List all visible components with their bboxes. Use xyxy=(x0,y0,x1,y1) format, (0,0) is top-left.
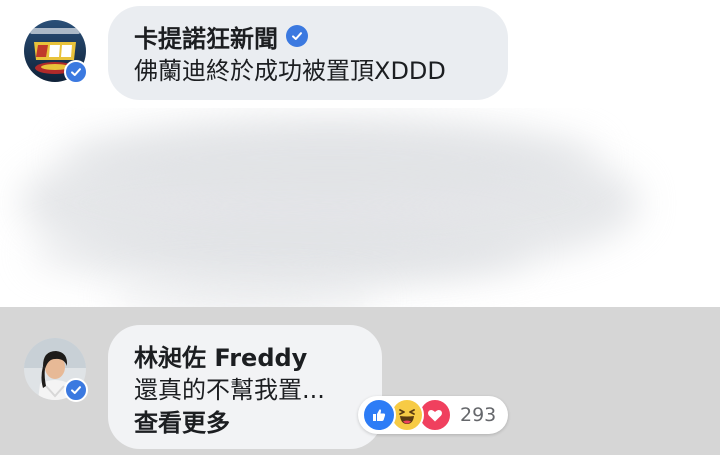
author-row: 卡提諾狂新聞 xyxy=(134,19,482,54)
verified-badge-icon xyxy=(64,60,88,84)
see-more-link[interactable]: 查看更多 xyxy=(134,407,356,439)
like-icon xyxy=(362,398,396,432)
author-row: 林昶佐 Freddy xyxy=(134,338,356,373)
comment-bubble[interactable]: 林昶佐 Freddy 還真的不幫我置... 查看更多 xyxy=(108,325,382,449)
avatar-catino[interactable] xyxy=(24,20,88,84)
reaction-count: 293 xyxy=(460,404,497,426)
top-comment-area: 卡提諾狂新聞 佛蘭迪終於成功被置頂XDDD xyxy=(0,0,720,307)
comment-text: 佛蘭迪終於成功被置頂XDDD xyxy=(134,57,446,85)
blurred-attachment-image xyxy=(0,108,720,307)
reactions-summary[interactable]: 293 xyxy=(358,396,509,434)
author-name[interactable]: 卡提諾狂新聞 xyxy=(134,19,278,54)
verified-check-icon xyxy=(286,25,308,47)
verified-badge-icon xyxy=(64,378,88,402)
avatar-freddy[interactable] xyxy=(24,338,88,402)
comment-text: 還真的不幫我置... xyxy=(134,376,325,404)
comment-bubble[interactable]: 卡提諾狂新聞 佛蘭迪終於成功被置頂XDDD xyxy=(108,6,508,100)
author-name[interactable]: 林昶佐 Freddy xyxy=(134,338,307,373)
